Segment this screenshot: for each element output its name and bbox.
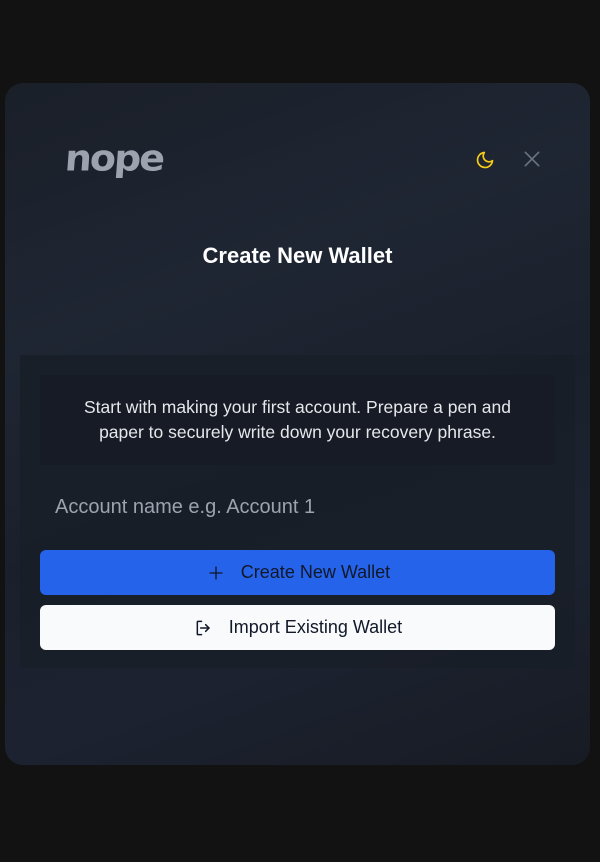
import-existing-wallet-label: Import Existing Wallet	[228, 617, 403, 637]
theme-toggle-button[interactable]	[471, 146, 499, 174]
info-message: Start with making your first account. Pr…	[83, 397, 512, 442]
info-box: Start with making your first account. Pr…	[40, 375, 555, 465]
create-new-wallet-button[interactable]: Create New Wallet	[40, 550, 555, 595]
plus-icon	[205, 562, 227, 584]
account-name-input[interactable]	[40, 487, 555, 527]
page-title: Create New Wallet	[202, 243, 393, 268]
close-icon	[524, 151, 540, 167]
close-button[interactable]	[517, 144, 547, 174]
import-existing-wallet-button[interactable]: Import Existing Wallet	[40, 605, 555, 650]
create-new-wallet-label: Create New Wallet	[240, 562, 391, 582]
login-icon	[193, 617, 215, 639]
wallet-card: nope Create New Wallet Start with making…	[5, 83, 590, 765]
nope-logo: nope	[63, 137, 165, 179]
moon-icon	[476, 151, 494, 169]
create-wallet-panel: Start with making your first account. Pr…	[20, 355, 575, 668]
